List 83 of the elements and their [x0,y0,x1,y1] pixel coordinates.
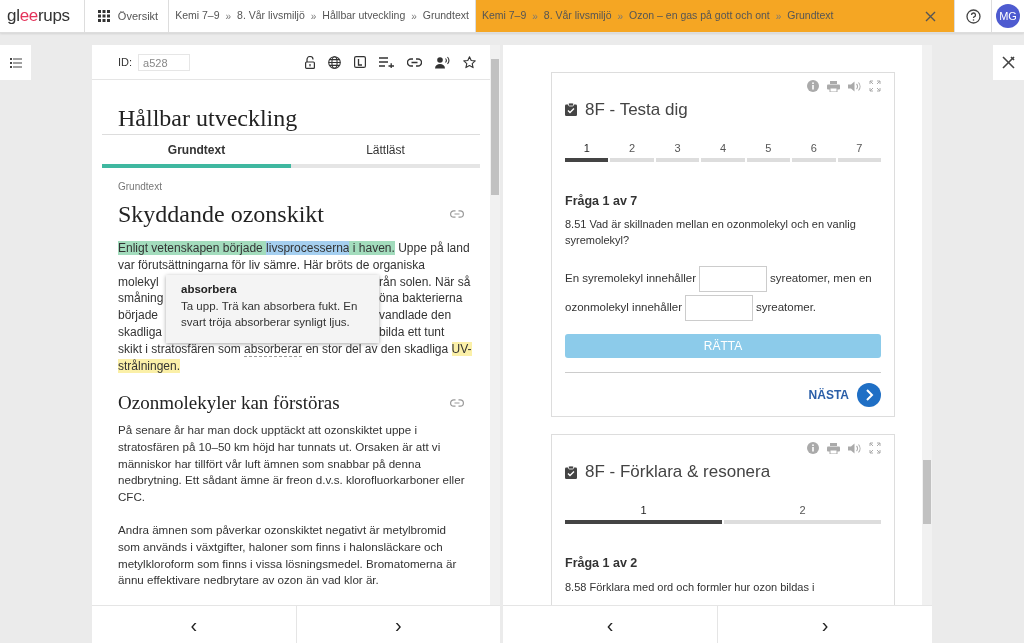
sentence-text: syreatomer. [756,301,817,314]
print-icon[interactable] [827,442,840,454]
breadcrumb-link[interactable]: 8. Vår livsmiljö [543,8,612,24]
answer-box[interactable] [685,295,753,322]
user-avatar[interactable]: MG [996,4,1020,28]
section-heading: Skyddande ozonskikt [118,200,324,229]
step-tab[interactable]: 4 [701,140,745,162]
clipboard-check-icon [565,465,577,479]
sound-icon[interactable] [848,80,861,92]
breadcrumb-link[interactable]: Ozon – en gas på gott och ont [629,8,770,24]
paragraph: På senare år har man dock upptäckt att ozonskiktet uppe i stratosfären på 10–50 km höjd har tunnats ut. Orsaken är att vi människor har tillfört vår luft ämnen som snabbar på denna nedbrytning. Ett sådant ämne är freon d.v.s. klorofluorkarboner eller CFC. [118,422,466,505]
add-to-list-icon[interactable] [379,56,394,68]
scrollbar[interactable] [922,45,932,605]
text-fragment: öna bakterierna [379,290,463,308]
text-line: var förutsättningarna för liv sämre. Här bröts de organiska [118,256,425,274]
step-tab[interactable]: 3 [655,140,700,162]
text-fragment: rån solen. När så [379,273,471,291]
globe-icon[interactable] [328,55,341,69]
breadcrumb-separator: » [310,9,317,24]
step-tab[interactable]: 2 [610,140,654,162]
lock-icon[interactable] [305,55,315,69]
step-tab[interactable]: 1 [565,140,609,162]
question-label: Fråga 1 av 7 [565,192,639,210]
breadcrumb-link[interactable]: 8. Vår livsmiljö [237,8,305,24]
link-icon[interactable] [407,57,422,67]
breadcrumb-link[interactable]: Grundtext [422,8,469,24]
text-fragment: skadliga [118,324,163,341]
sound-icon[interactable] [848,442,861,454]
level-icon[interactable] [354,56,366,68]
read-aloud-icon[interactable] [435,55,450,69]
breadcrumb-link[interactable]: Kemi 7–9 [175,8,220,24]
step-tab[interactable]: 2 [724,502,881,524]
sentence-text: ozonmolekyl innehåller [565,301,682,314]
close-icon[interactable] [925,10,936,22]
paragraph: Andra ämnen som påverkar ozonskiktet negativt är metylbromid som används i växtgifter, haloner som finns i halonsläckare och metylkloroform som finns i vissa lösningsmedel. Bromatomerna är ännu effektivare nedbrytare av ozon än vad klor är. [118,522,458,589]
breadcrumb-link[interactable]: Hållbar utveckling [322,8,406,24]
step-tab[interactable]: 1 [565,502,722,524]
info-icon[interactable] [807,442,819,455]
tooltip-text: Ta upp. Trä kan absorbera fukt. En svart tröja absorberar synligt ljus. [181,298,359,330]
breadcrumb-separator: » [532,9,538,24]
breadcrumb-link[interactable]: Kemi 7–9 [481,8,527,24]
text-fragment: började [118,307,159,324]
grid-icon [97,10,110,22]
breadcrumb-separator: » [411,9,417,24]
sentence-text: En syremolekyl innehåller [565,272,697,285]
section-label: Grundtext [118,180,163,194]
step-tab[interactable]: 7 [837,140,881,162]
info-icon[interactable] [807,80,819,92]
breadcrumb-separator: » [775,9,782,24]
breadcrumb-link[interactable]: Grundtext [787,8,834,24]
text-fragment: molekyl [118,273,159,291]
question-text: 8.51 Vad är skillnaden mellan en ozonmolekyl och en vanlig syremolekyl? [565,217,857,249]
exercise-title: 8F - Testa dig [585,99,688,121]
print-icon[interactable] [827,80,840,92]
answer-box[interactable] [699,266,768,293]
text-line: Enligt vetenskapen började livsprocesserna i haven. Uppe på land [118,240,470,257]
text-fragment: småning [118,290,164,308]
question-label: Fråga 1 av 2 [565,554,639,572]
question-text: 8.58 Förklara med ord och formler hur ozon bildas i [565,579,816,595]
scrollbar[interactable] [490,45,500,605]
breadcrumb-separator: » [617,9,624,24]
text-fragment: bilda ett tunt [379,324,445,341]
next-question-button[interactable]: NÄSTA [808,382,881,407]
step-tab[interactable]: 5 [746,140,791,162]
overview-button[interactable]: Översikt [84,0,170,32]
help-icon[interactable] [965,8,981,24]
sentence-text: syreatomer, men en [770,272,872,285]
clipboard-check-icon [565,103,577,117]
id-label: ID: [118,54,133,70]
text-fragment: vandlade den [379,307,452,324]
breadcrumb-separator: » [225,9,232,24]
section-heading: Ozonmolekyler kan förstöras [118,391,340,416]
step-tab[interactable]: 6 [792,140,836,162]
fullscreen-icon[interactable] [869,442,881,455]
fullscreen-icon[interactable] [869,80,881,92]
id-field[interactable]: a528 [138,53,191,71]
list-icon[interactable] [9,57,22,68]
page-title: Hållbar utveckling [118,104,299,133]
star-icon[interactable] [463,55,476,69]
exercise-title: 8F - Förklara & resonera [585,461,771,484]
logo[interactable]: gleerups [0,3,84,29]
tools-button[interactable] [993,45,1024,80]
tooltip-term: absorbera [181,282,238,297]
